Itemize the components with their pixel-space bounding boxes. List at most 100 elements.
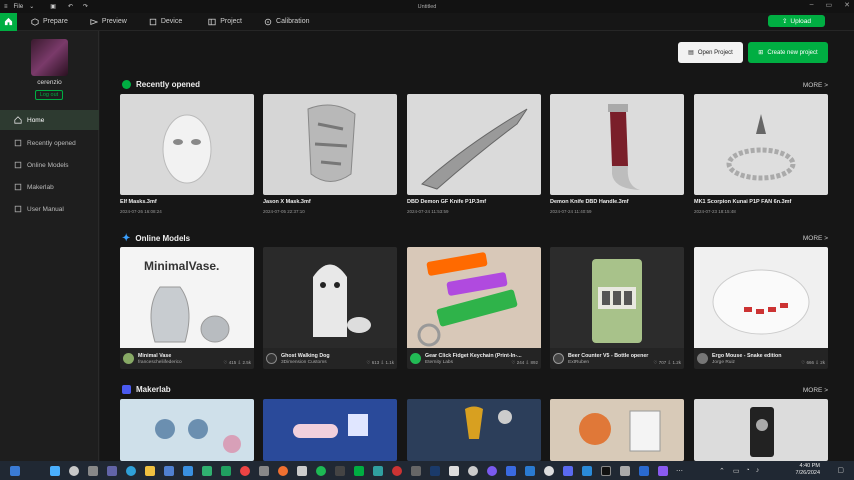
online-more-link[interactable]: MORE > (803, 235, 828, 242)
upload-button[interactable]: ⇪ Upload (768, 15, 825, 27)
app-icon[interactable] (297, 465, 307, 476)
app-icon[interactable] (487, 465, 497, 476)
online-model-card[interactable]: Beer Counter V5 - Bottle opener ExtRuben… (550, 247, 684, 369)
app-icon[interactable] (259, 465, 269, 476)
online-model-card[interactable]: MinimalVase. Minimal Vase francescheliif… (120, 247, 254, 369)
sidebar-item-user-manual[interactable]: User Manual (0, 199, 99, 219)
chevron-down-icon[interactable]: ⌄ (29, 3, 34, 10)
volume-icon[interactable]: ♪ (756, 467, 760, 474)
sidebar-item-online-models[interactable]: Online Models (0, 155, 99, 175)
chrome-icon[interactable] (240, 465, 250, 476)
file-menu[interactable]: File (14, 4, 24, 10)
app-icon[interactable] (620, 465, 630, 476)
makerlab-thumbnail (465, 406, 512, 439)
open-folder-icon: ▤ (688, 50, 694, 56)
sidebar-item-home[interactable]: Home (0, 110, 99, 130)
tiktok-icon[interactable] (601, 465, 611, 476)
app-icon[interactable] (392, 465, 402, 476)
create-project-label: Create new project (767, 49, 818, 56)
firefox-icon[interactable] (278, 465, 288, 476)
app-icon[interactable] (582, 465, 592, 476)
app-icon[interactable] (449, 465, 459, 476)
sidebar-item-label: User Manual (27, 205, 64, 213)
makerlab-card[interactable] (694, 399, 828, 461)
avatar[interactable] (31, 39, 68, 76)
kunai-image (726, 114, 796, 181)
photoshop-icon[interactable] (430, 465, 440, 476)
minimize-icon[interactable]: – (810, 1, 814, 9)
create-project-button[interactable]: ⊞ Create new project (748, 42, 828, 63)
app-icon[interactable] (506, 465, 516, 476)
app-icon[interactable] (221, 465, 231, 476)
app-icon[interactable] (468, 465, 478, 476)
recent-card[interactable]: Elf Masks.3mf 2024-07-26 16:08:24 (120, 94, 254, 214)
recent-card[interactable]: Demon Knife DBD Handle.3mf 2024-07-24 11… (550, 94, 684, 214)
search-icon[interactable] (69, 465, 79, 476)
recent-title: Recently opened (136, 80, 201, 89)
online-model-card[interactable]: Ghost Walking Dog 3Dimension Customs ♡ 6… (263, 247, 397, 369)
explorer-icon[interactable] (145, 465, 155, 476)
app-icon[interactable] (658, 465, 668, 476)
close-icon[interactable]: ✕ (844, 1, 850, 9)
maximize-icon[interactable]: ▭ (826, 1, 833, 9)
redo-icon[interactable]: ↷ (83, 3, 88, 10)
author-avatar[interactable] (123, 353, 134, 364)
sidebar-item-label: Makerlab (27, 183, 54, 191)
sidebar-item-makerlab[interactable]: Makerlab (0, 177, 99, 197)
tab-device[interactable]: Device (149, 18, 182, 26)
recent-card[interactable]: DBD Demon GF Knife P1P.3mf 2024-07-24 11… (407, 94, 541, 214)
vase-banner: MinimalVase. (144, 259, 220, 273)
sidebar-item-recently-opened[interactable]: Recently opened (0, 133, 99, 153)
app-icon[interactable] (639, 465, 649, 476)
app-icon[interactable] (563, 465, 573, 476)
wifi-icon[interactable]: ◔ (746, 467, 750, 474)
online-model-card[interactable]: Ergo Mouse - Snake edition Jorge Ruiz ♡ … (694, 247, 828, 369)
app-icon[interactable] (202, 465, 212, 476)
makerlab-card[interactable] (263, 399, 397, 461)
start-icon[interactable] (50, 465, 60, 476)
tab-prepare[interactable]: Prepare (31, 17, 68, 26)
tab-preview[interactable]: Preview (90, 18, 127, 26)
store-icon[interactable] (164, 465, 174, 476)
widgets-icon[interactable] (10, 465, 20, 476)
author-avatar[interactable] (266, 353, 277, 364)
home-button[interactable] (0, 12, 17, 31)
recent-card[interactable]: Jason X Mask.3mf 2024-07-05 22:37:10 (263, 94, 397, 214)
task-view-icon[interactable] (88, 465, 98, 476)
author-avatar[interactable] (553, 353, 564, 364)
model-thumbnail (550, 94, 684, 195)
undo-icon[interactable]: ↶ (68, 3, 73, 10)
notifications-icon[interactable]: ▢ (837, 466, 844, 474)
edge-icon[interactable] (126, 465, 136, 476)
bambu-studio-icon[interactable] (354, 465, 364, 476)
menu-icon[interactable]: ≡ (4, 4, 8, 10)
save-icon[interactable]: ▣ (50, 3, 56, 10)
spotify-icon[interactable] (316, 465, 326, 476)
app-icon[interactable] (411, 465, 421, 476)
open-project-button[interactable]: ▤ Open Project (678, 42, 743, 63)
tray-chevron-icon[interactable]: ⌃ (719, 467, 725, 475)
recent-card[interactable]: MK1 Scorpion Kunai P1P FAN 6n.3mf 2024-0… (694, 94, 828, 214)
author-avatar[interactable] (410, 353, 421, 364)
teams-icon[interactable] (107, 465, 117, 476)
makerlab-card[interactable] (407, 399, 541, 461)
app-icon[interactable] (335, 465, 345, 476)
author-avatar[interactable] (697, 353, 708, 364)
app-icon[interactable] (373, 465, 383, 476)
makerlab-card[interactable] (120, 399, 254, 461)
mail-icon[interactable] (183, 465, 193, 476)
more-apps-icon[interactable]: ⋯ (676, 467, 683, 475)
tab-project[interactable]: Project (208, 18, 242, 26)
tab-calibration[interactable]: Calibration (264, 18, 309, 26)
tray-icon[interactable]: ▭ (733, 467, 740, 475)
system-clock[interactable]: 4:40 PM 7/26/2024 (796, 463, 820, 477)
logout-button[interactable]: Log out (35, 90, 63, 100)
makerlab-more-link[interactable]: MORE > (803, 387, 828, 394)
model-stats: ♡ 244 ⇩ 892 (511, 360, 538, 365)
app-icon[interactable] (525, 465, 535, 476)
online-model-card[interactable]: Gear Click Fidget Keychain (Print-In-...… (407, 247, 541, 369)
model-stats: ♡ 707 ⇩ 1.2k (653, 360, 681, 365)
recent-more-link[interactable]: MORE > (803, 82, 828, 89)
app-icon[interactable] (544, 465, 554, 476)
makerlab-card[interactable] (550, 399, 684, 461)
